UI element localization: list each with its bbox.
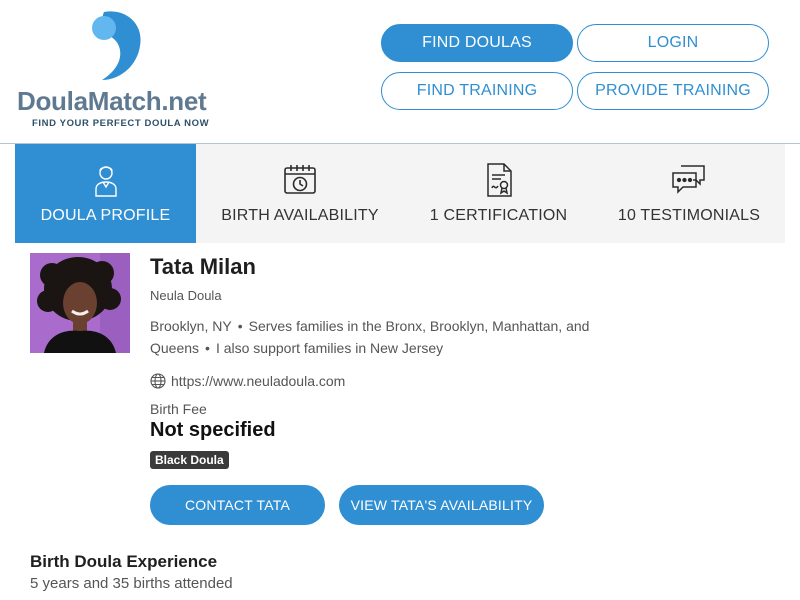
view-availability-button[interactable]: VIEW TATA'S AVAILABILITY [339,485,544,525]
experience-title: Birth Doula Experience [30,552,218,571]
tab-label: BIRTH AVAILABILITY [221,207,379,224]
tab-birth-availability[interactable]: BIRTH AVAILABILITY [196,144,404,243]
tab-testimonials[interactable]: 10 TESTIMONIALS [593,144,785,243]
doula-name: Tata Milan [150,254,256,279]
location-text: Brooklyn, NY [150,318,232,334]
tab-label: 1 CERTIFICATION [429,207,568,224]
provide-training-button[interactable]: PROVIDE TRAINING [577,72,769,110]
tab-label: DOULA PROFILE [40,207,171,224]
find-doulas-button[interactable]: FIND DOULAS [381,24,573,62]
certificate-icon [481,162,517,198]
chat-bubbles-icon [671,162,707,198]
logo-text: DoulaMatch.net [17,86,207,117]
service-area: Brooklyn, NY • Serves families in the Bron… [150,315,650,359]
person-icon [88,162,124,198]
serves-text: Serves families in the Bronx, Brooklyn, … [248,318,590,334]
logo-word-doula: Doula [17,86,88,116]
tagline: FIND YOUR PERFECT DOULA NOW [32,118,210,129]
business-name: Neula Doula [150,288,222,303]
birth-fee-value: Not specified [150,419,276,441]
site-logo[interactable]: DoulaMatch.net FIND YOUR PERFECT DOULA N… [0,0,240,140]
find-training-button[interactable]: FIND TRAINING [381,72,573,110]
profile-tabs: DOULA PROFILE BIRTH AVAILABILITY 1 CERTI… [15,144,785,243]
login-button[interactable]: LOGIN [577,24,769,62]
experience-value: 5 years and 35 births attended [30,575,233,592]
globe-icon [150,373,166,389]
logo-word-match: Match [87,86,162,116]
extra-service-text: I also support families in New Jersey [215,340,444,356]
tab-label: 10 TESTIMONIALS [617,207,761,224]
tab-doula-profile[interactable]: DOULA PROFILE [15,144,196,243]
birth-fee-label: Birth Fee [150,401,207,417]
black-doula-badge: Black Doula [150,451,229,469]
website-link[interactable]: https://www.neuladoula.com [171,373,345,389]
bullet-separator: • [205,340,210,356]
website-row: https://www.neuladoula.com [150,373,345,389]
calendar-clock-icon [282,162,318,198]
logo-mark-icon [92,11,141,81]
logo-word-net: .net [161,86,207,116]
bullet-separator: • [237,318,243,334]
site-header: DoulaMatch.net FIND YOUR PERFECT DOULA N… [0,0,800,144]
doula-photo [30,253,130,353]
contact-button[interactable]: CONTACT TATA [150,485,325,525]
tab-certification[interactable]: 1 CERTIFICATION [404,144,593,243]
serves-text-cont: Queens [150,340,200,356]
